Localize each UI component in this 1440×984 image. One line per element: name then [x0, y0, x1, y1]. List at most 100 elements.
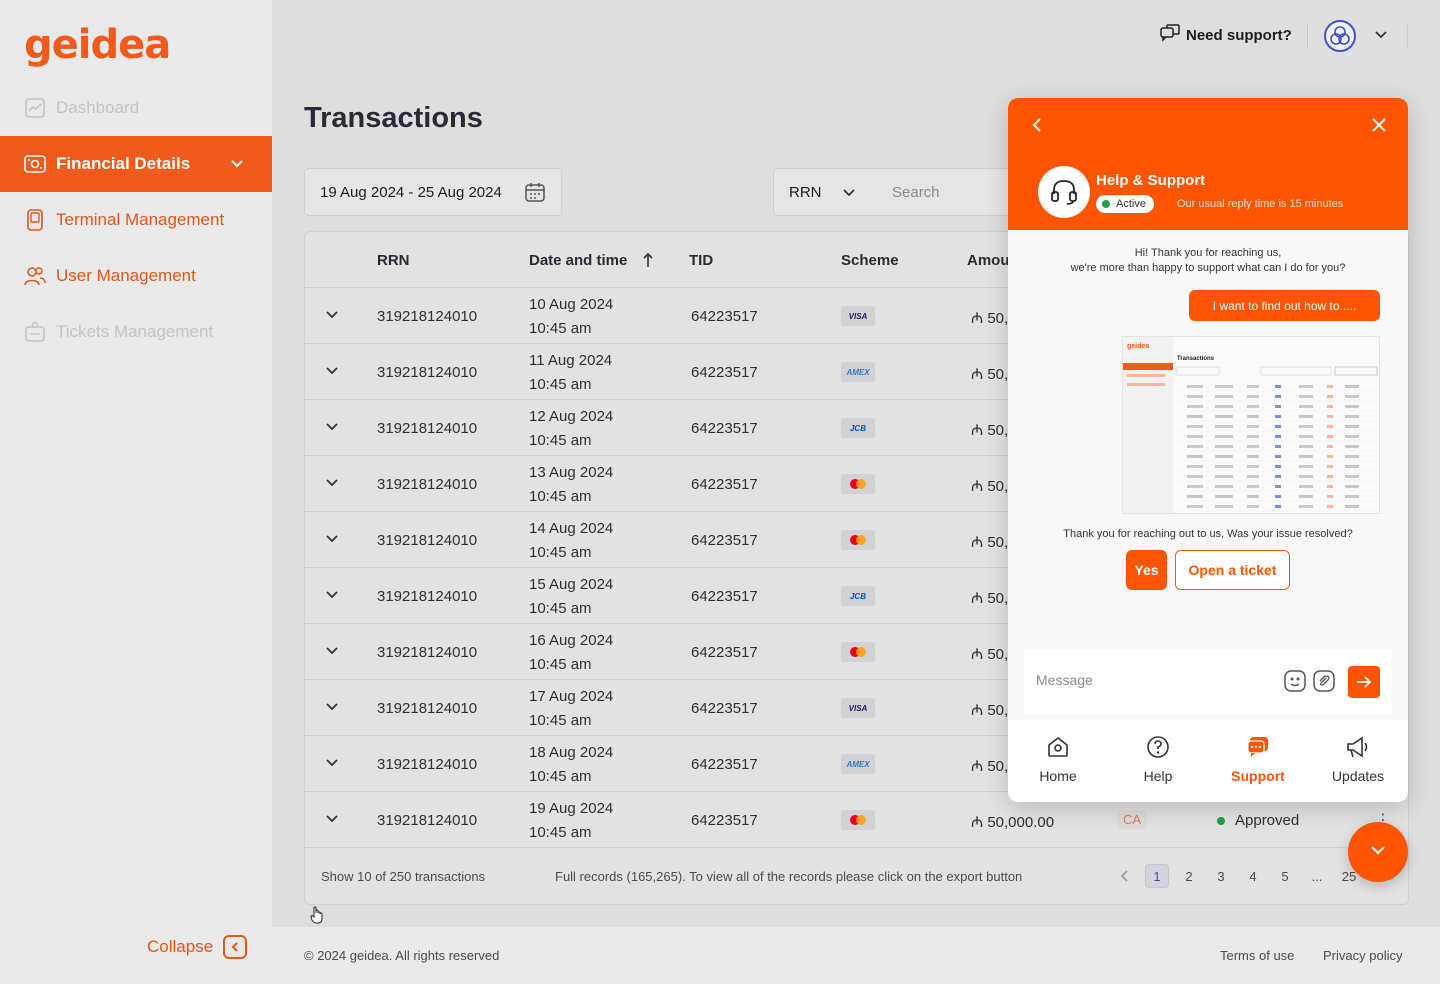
- page-button-4[interactable]: 4: [1241, 864, 1265, 888]
- preview-row-cell: [1327, 435, 1333, 438]
- sidebar-item-terminal-management[interactable]: Terminal Management: [0, 192, 272, 248]
- need-support-link[interactable]: Need support?: [1160, 24, 1292, 46]
- avatar[interactable]: [1324, 20, 1356, 52]
- preview-row-cell: [1345, 385, 1359, 388]
- status-label: Approved: [1235, 812, 1300, 829]
- search-input[interactable]: [876, 168, 1016, 216]
- chevron-down-icon: [230, 156, 244, 176]
- prev-page-icon[interactable]: [1113, 864, 1137, 888]
- sidebar-item-user-management[interactable]: User Management: [0, 248, 272, 304]
- amex-icon: AMEX: [841, 362, 875, 382]
- sidebar-item-dashboard[interactable]: Dashboard: [0, 80, 272, 136]
- preview-row-cell: [1327, 465, 1333, 468]
- page-ellipsis: ...: [1311, 868, 1323, 884]
- sidebar: geidea Dashboard Financial Details Termi…: [0, 0, 272, 984]
- preview-row-cell: [1275, 455, 1281, 458]
- column-header-amount[interactable]: Amou: [967, 252, 1010, 269]
- page-title: Transactions: [304, 102, 483, 134]
- back-arrow-icon[interactable]: [1028, 116, 1046, 139]
- expand-row-icon[interactable]: [325, 308, 339, 326]
- chat-nav-label: Updates: [1331, 768, 1385, 784]
- page-button-5[interactable]: 5: [1273, 864, 1297, 888]
- send-button[interactable]: [1348, 666, 1380, 698]
- preview-row-cell: [1299, 445, 1313, 448]
- cell-rrn: 319218124010: [377, 364, 478, 381]
- expand-row-icon[interactable]: [325, 476, 339, 494]
- chat-nav-home[interactable]: Home: [1008, 734, 1108, 784]
- visa-icon: VISA: [841, 306, 875, 326]
- expand-row-icon[interactable]: [325, 364, 339, 382]
- chat-nav-support[interactable]: Support: [1208, 734, 1308, 784]
- search-field-value: RRN: [789, 183, 822, 201]
- page-button-3[interactable]: 3: [1209, 864, 1233, 888]
- cell-rrn: 319218124010: [377, 700, 478, 717]
- preview-row-cell: [1327, 415, 1333, 418]
- date-range-picker[interactable]: 19 Aug 2024 - 25 Aug 2024: [304, 168, 562, 216]
- preview-row-cell: [1187, 415, 1203, 418]
- cell-time: 10:45 am: [529, 600, 592, 617]
- cell-time: 10:45 am: [529, 656, 592, 673]
- greeting-line: we're more than happy to support what ca…: [1070, 262, 1346, 274]
- chat-toggle-button[interactable]: [1348, 822, 1408, 882]
- preview-row-cell: [1215, 445, 1233, 448]
- emoji-icon[interactable]: [1284, 670, 1306, 697]
- preview-row-cell: [1215, 485, 1233, 488]
- attachment-icon[interactable]: [1313, 670, 1335, 697]
- message-input[interactable]: [1036, 664, 1286, 696]
- chevron-down-icon[interactable]: [1374, 28, 1388, 47]
- cell-tid: 64223517: [691, 644, 758, 661]
- cell-rrn: 319218124010: [377, 812, 478, 829]
- cell-rrn: 319218124010: [377, 308, 478, 325]
- cell-tid: 64223517: [691, 308, 758, 325]
- expand-row-icon[interactable]: [325, 420, 339, 438]
- search-field-select[interactable]: RRN: [773, 168, 877, 216]
- brand-logo[interactable]: geidea: [24, 22, 171, 68]
- sidebar-item-financial-details[interactable]: Financial Details: [0, 136, 272, 192]
- chat-nav-updates[interactable]: Updates: [1308, 734, 1408, 784]
- cell-date: 15 Aug 2024: [529, 576, 614, 593]
- preview-row-cell: [1247, 505, 1259, 508]
- transactions-count: Show 10 of 250 transactions: [321, 869, 486, 884]
- page-button-2[interactable]: 2: [1177, 864, 1201, 888]
- reply-time-note: Our usual reply time is 15 minutes: [1177, 198, 1344, 210]
- cell-date: 14 Aug 2024: [529, 520, 614, 537]
- preview-row-cell: [1275, 465, 1281, 468]
- column-header-scheme[interactable]: Scheme: [841, 252, 899, 269]
- chevron-down-icon: [1368, 840, 1388, 865]
- column-header-rrn[interactable]: RRN: [377, 252, 410, 269]
- privacy-link[interactable]: Privacy policy: [1323, 948, 1402, 963]
- money-icon: [24, 153, 46, 175]
- expand-row-icon[interactable]: [325, 644, 339, 662]
- cell-amount: ₼ 50,000.00: [971, 814, 1055, 831]
- preview-row-cell: [1299, 495, 1313, 498]
- page-button-1[interactable]: 1: [1145, 864, 1169, 888]
- sidebar-item-tickets-management[interactable]: Tickets Management: [0, 304, 272, 360]
- chat-nav-help[interactable]: Help: [1108, 734, 1208, 784]
- expand-row-icon[interactable]: [325, 756, 339, 774]
- column-header-tid[interactable]: TID: [689, 252, 713, 269]
- mastercard-icon: [841, 530, 875, 550]
- cell-date: 17 Aug 2024: [529, 688, 614, 705]
- close-icon[interactable]: [1370, 116, 1388, 139]
- column-header-date[interactable]: Date and time: [529, 252, 627, 269]
- screenshot-attachment[interactable]: geidea Transactions: [1122, 336, 1380, 514]
- cell-tid: 64223517: [691, 700, 758, 717]
- jcb-icon: JCB: [841, 418, 875, 438]
- yes-button[interactable]: Yes: [1126, 550, 1167, 590]
- cell-rrn: 319218124010: [377, 420, 478, 437]
- open-ticket-button[interactable]: Open a ticket: [1175, 550, 1290, 590]
- terminal-icon: [24, 209, 46, 231]
- terms-link[interactable]: Terms of use: [1220, 948, 1294, 963]
- sidebar-item-label: Terminal Management: [56, 210, 225, 229]
- expand-row-icon[interactable]: [325, 532, 339, 550]
- sort-arrow-up-icon[interactable]: [642, 252, 654, 272]
- chevron-left-icon: [223, 935, 248, 959]
- expand-row-icon[interactable]: [325, 700, 339, 718]
- preview-row-cell: [1345, 415, 1359, 418]
- chat-nav-label: Home: [1039, 768, 1077, 784]
- cell-time: 10:45 am: [529, 544, 592, 561]
- preview-row-cell: [1299, 395, 1313, 398]
- expand-row-icon[interactable]: [325, 812, 339, 830]
- collapse-button[interactable]: Collapse: [147, 935, 248, 959]
- expand-row-icon[interactable]: [325, 588, 339, 606]
